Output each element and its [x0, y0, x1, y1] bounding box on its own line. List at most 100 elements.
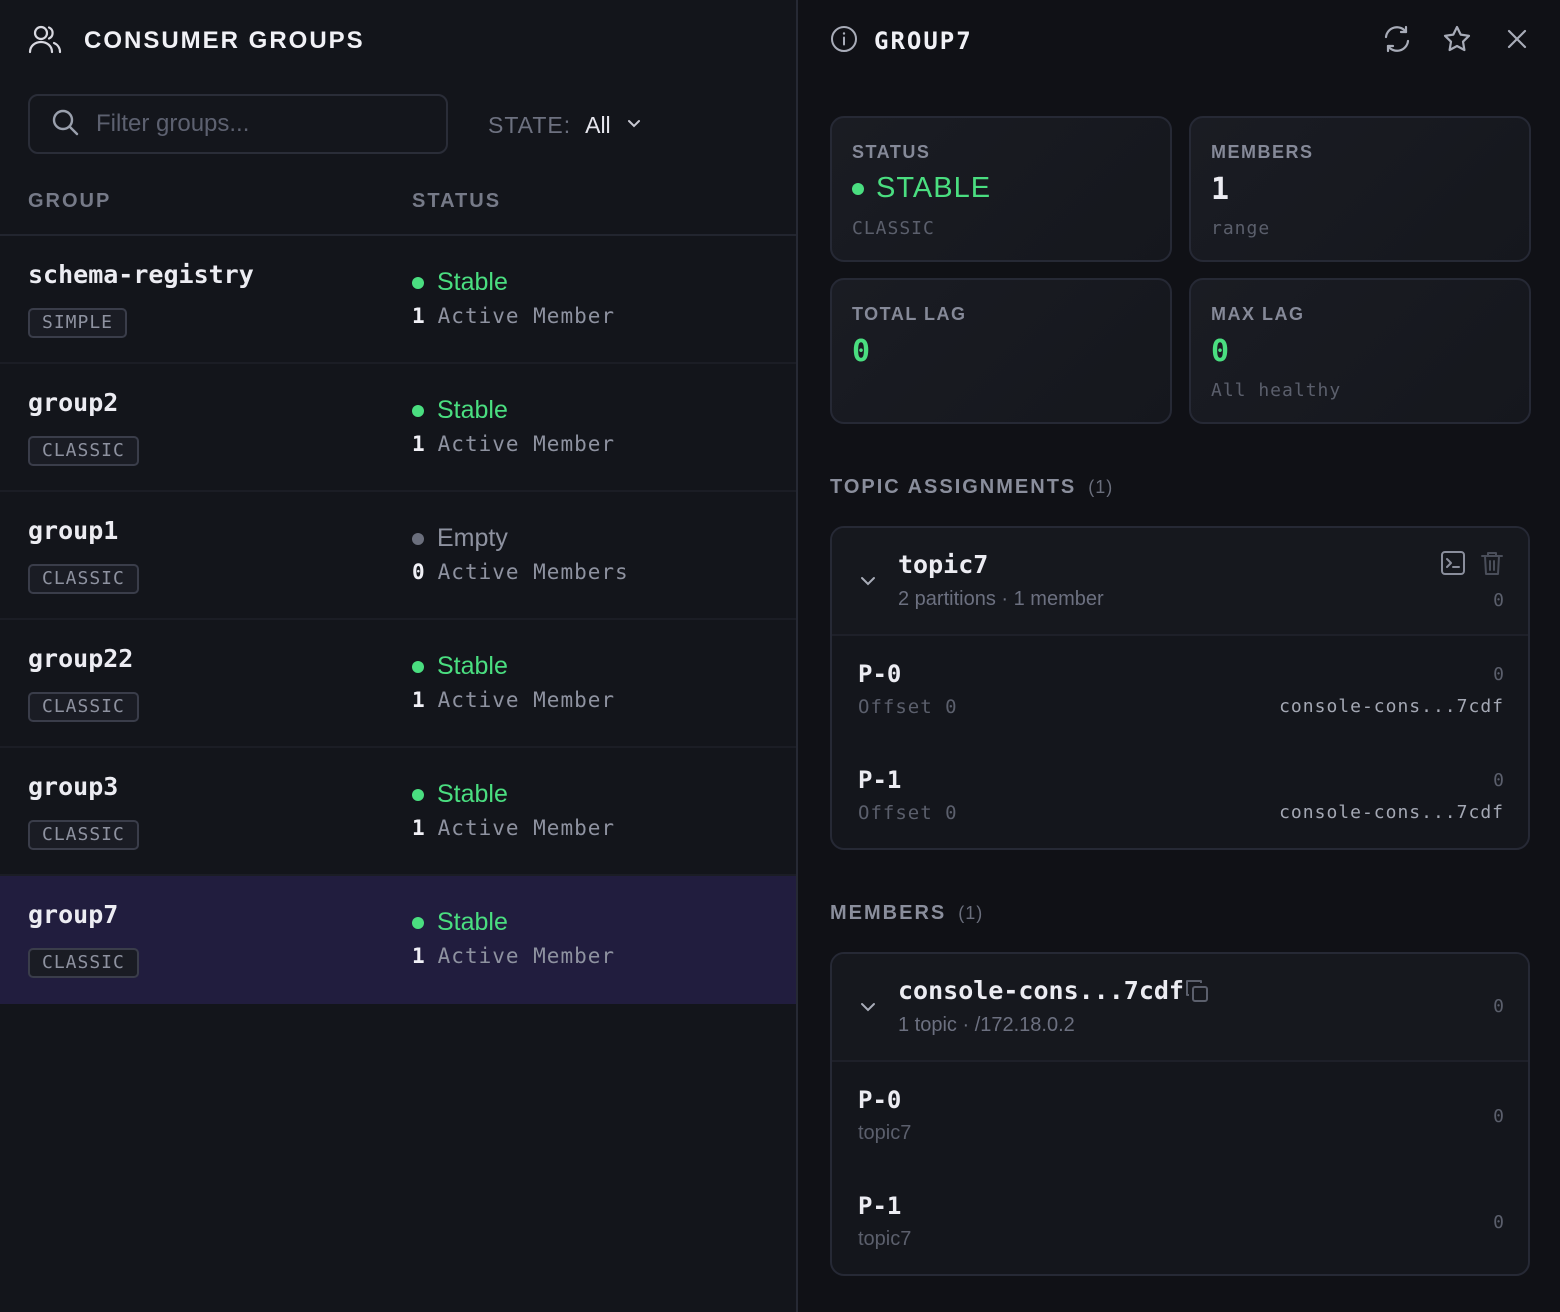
member-count-label: Active Member [437, 304, 616, 328]
active-members: 0 Active Members [412, 560, 629, 584]
member-count-label: Active Member [437, 944, 616, 968]
group-row[interactable]: group1 CLASSIC Empty 0 Active Members [0, 492, 796, 620]
star-icon[interactable] [1442, 24, 1472, 59]
topic-assignments-count: (1) [1088, 477, 1114, 497]
status-card-label: STATUS [852, 142, 931, 162]
member-summary: 1 topic · /172.18.0.2 [898, 1014, 1075, 1036]
status-card: STATUS STABLE CLASSIC [830, 116, 1172, 262]
active-members: 1 Active Member [412, 816, 615, 840]
partition-row: P-0 Offset 0 0 console-cons...7cdf [832, 636, 1528, 742]
group-status: Empty [412, 524, 508, 553]
member-lag: 0 [1493, 996, 1504, 1017]
member-row-header[interactable]: console-cons...7cdf 1 topic · /172.18.0.… [832, 954, 1528, 1062]
status-text: Stable [437, 780, 508, 808]
member-partition-row: P-0 topic7 0 [832, 1062, 1528, 1168]
status-text: Stable [437, 268, 508, 296]
info-icon [830, 25, 858, 58]
member-count: 1 [412, 816, 426, 840]
group-status: Stable [412, 652, 508, 681]
state-filter-dropdown[interactable]: STATE: All [488, 108, 643, 142]
trash-icon[interactable] [1480, 550, 1504, 581]
active-members: 1 Active Member [412, 304, 615, 328]
search-box[interactable] [28, 94, 448, 154]
max-lag-label: MAX LAG [1211, 304, 1305, 324]
group-row[interactable]: group2 CLASSIC Stable 1 Active Member [0, 364, 796, 492]
member-count-label: Active Member [437, 688, 616, 712]
active-members: 1 Active Member [412, 944, 615, 968]
group-row[interactable]: schema-registry SIMPLE Stable 1 Active Membe… [0, 236, 796, 364]
partition-lag: 0 [1493, 1106, 1504, 1127]
group-name[interactable]: group7 [28, 900, 118, 929]
group-row[interactable]: group22 CLASSIC Stable 1 Active Member [0, 620, 796, 748]
refresh-icon[interactable] [1382, 24, 1412, 59]
chevron-down-icon[interactable] [858, 574, 878, 588]
state-filter-label: STATE: [488, 111, 572, 138]
members-title: MEMBERS (1) [830, 902, 983, 925]
search-icon [50, 107, 80, 142]
member-name[interactable]: console-cons...7cdf [898, 976, 1184, 1005]
group-name[interactable]: group1 [28, 516, 118, 545]
partition-lag: 0 [1493, 770, 1504, 791]
partition-consumer: console-cons...7cdf [1279, 802, 1504, 823]
status-dot [412, 660, 424, 673]
topic-row-header[interactable]: topic7 2 partitions · 1 member 0 [832, 528, 1528, 636]
total-lag-label: TOTAL LAG [852, 304, 967, 324]
status-dot [412, 916, 424, 929]
member-count: 1 [412, 432, 426, 456]
state-filter-value: All [585, 111, 611, 138]
chevron-down-icon[interactable] [858, 1000, 878, 1014]
topic-name[interactable]: topic7 [898, 550, 988, 579]
active-members: 1 Active Member [412, 432, 615, 456]
status-card-value-wrap: STABLE [852, 172, 991, 205]
group-row[interactable]: group3 CLASSIC Stable 1 Active Member [0, 748, 796, 876]
partition-name: P-1 [858, 1192, 902, 1220]
terminal-icon[interactable] [1440, 550, 1466, 581]
total-lag-value: 0 [852, 334, 871, 369]
group-name[interactable]: schema-registry [28, 260, 254, 289]
partition-name: P-1 [858, 766, 902, 794]
partition-row: P-1 Offset 0 0 console-cons...7cdf [832, 742, 1528, 848]
status-text: Empty [437, 524, 508, 552]
partition-name: P-0 [858, 660, 902, 688]
column-header-status[interactable]: STATUS [412, 190, 501, 213]
status-dot [412, 276, 424, 289]
partition-offset: Offset 0 [858, 802, 958, 824]
copy-icon[interactable] [1184, 978, 1210, 1009]
group-status: Stable [412, 780, 508, 809]
group-row[interactable]: group7 CLASSIC Stable 1 Active Member [0, 876, 796, 1004]
group-type-badge: CLASSIC [28, 692, 139, 722]
member-count-label: Active Member [437, 432, 616, 456]
partition-topic: topic7 [858, 1122, 912, 1144]
topic-assignments-label: TOPIC ASSIGNMENTS [830, 476, 1077, 498]
max-lag-card: MAX LAG 0 All healthy [1189, 278, 1531, 424]
partition-name: P-0 [858, 1086, 902, 1114]
total-lag-card: TOTAL LAG 0 [830, 278, 1172, 424]
detail-header: GROUP7 [830, 24, 973, 58]
topic-assignments-title: TOPIC ASSIGNMENTS (1) [830, 476, 1113, 499]
status-text: Stable [437, 908, 508, 936]
detail-title: GROUP7 [874, 27, 973, 55]
member-partition-row: P-1 topic7 0 [832, 1168, 1528, 1274]
search-input[interactable] [96, 110, 416, 138]
page-title: CONSUMER GROUPS [84, 27, 365, 54]
status-dot [412, 788, 424, 801]
group-name[interactable]: group3 [28, 772, 118, 801]
detail-actions [1382, 24, 1532, 59]
topic-lag: 0 [1493, 590, 1504, 611]
group-name[interactable]: group22 [28, 644, 133, 673]
members-section-label: MEMBERS [830, 902, 947, 924]
max-lag-sub: All healthy [1211, 380, 1342, 401]
status-text: Stable [437, 396, 508, 424]
member-count: 1 [412, 304, 426, 328]
column-header-group[interactable]: GROUP [28, 190, 111, 213]
consumer-groups-panel: CONSUMER GROUPS STATE: All GROUP STATUS … [0, 0, 796, 1312]
member-count: 0 [412, 560, 426, 584]
close-icon[interactable] [1502, 24, 1532, 59]
partition-lag: 0 [1493, 1212, 1504, 1233]
member-card: console-cons...7cdf 1 topic · /172.18.0.… [830, 952, 1530, 1276]
partition-consumer: console-cons...7cdf [1279, 696, 1504, 717]
topic-summary: 2 partitions · 1 member [898, 588, 1104, 610]
group-type-badge: CLASSIC [28, 436, 139, 466]
group-status: Stable [412, 396, 508, 425]
group-name[interactable]: group2 [28, 388, 118, 417]
